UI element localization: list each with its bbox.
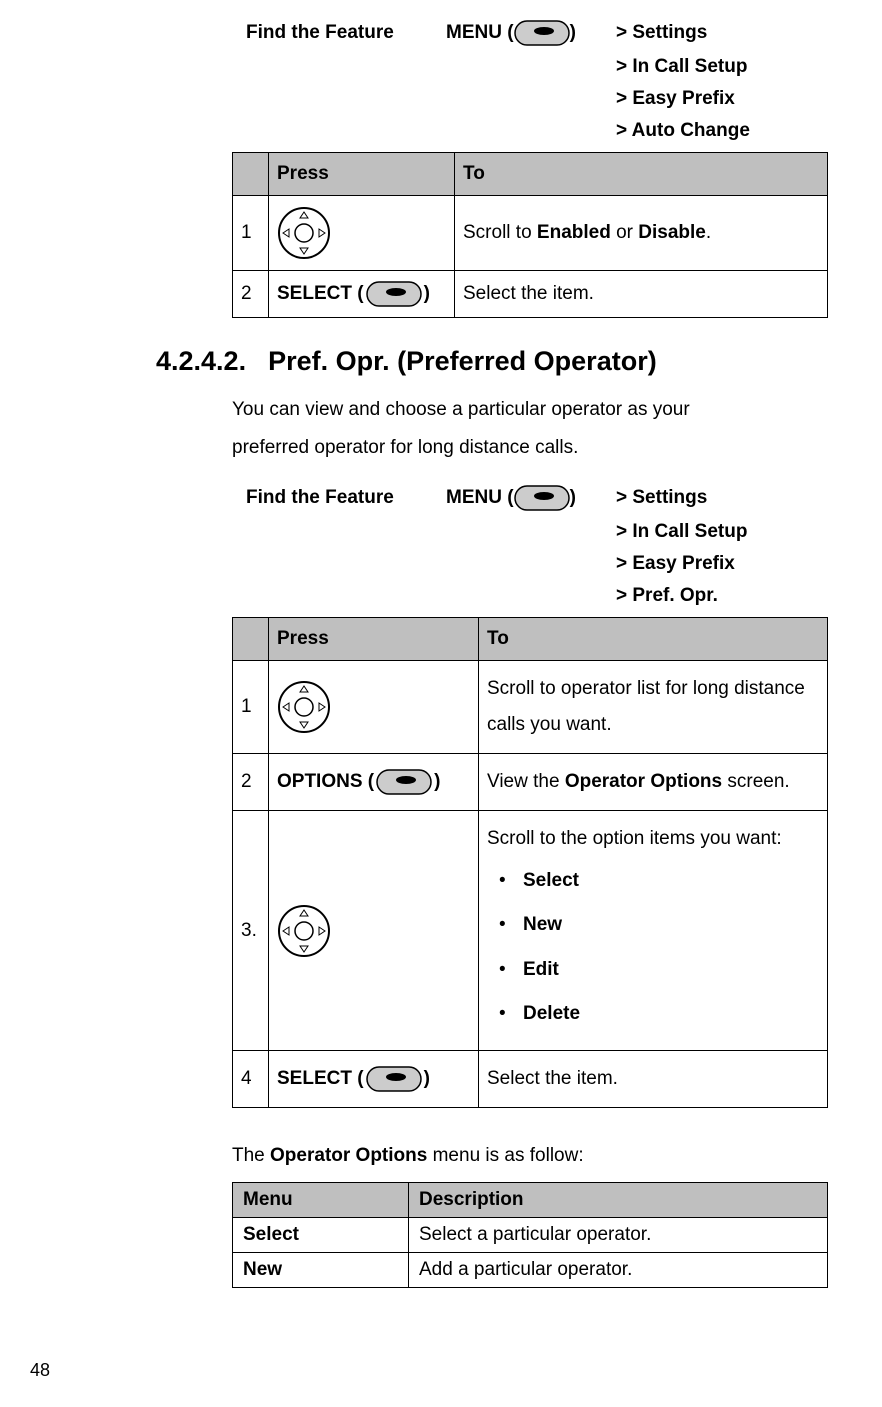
table-row: New Add a particular operator. xyxy=(233,1252,828,1287)
page-number: 48 xyxy=(30,1360,50,1381)
breadcrumb: > In Call Setup xyxy=(616,56,826,78)
breadcrumb: > Easy Prefix xyxy=(616,553,826,575)
step-to: Scroll to Enabled or Disable. xyxy=(455,196,828,271)
menu-desc: Select a particular operator. xyxy=(409,1217,828,1252)
breadcrumb: > Auto Change xyxy=(616,120,826,142)
menu-label: MENU ( xyxy=(446,487,514,509)
option-item: Delete xyxy=(523,996,819,1032)
softkey-icon xyxy=(514,20,570,46)
nav-key-icon xyxy=(277,206,446,260)
softkey-icon xyxy=(366,1066,422,1092)
menu-description-table: Menu Description Select Select a particu… xyxy=(232,1182,828,1288)
table-row: 2 SELECT ( ) Select the item. xyxy=(233,271,828,318)
nav-key-icon xyxy=(277,680,470,734)
menu-close: ) xyxy=(570,487,576,509)
find-feature-label: Find the Feature xyxy=(246,487,446,509)
press-to-table-2: Press To 1 Scroll to operator list for l… xyxy=(232,617,828,1108)
section-title: Pref. Opr. (Preferred Operator) xyxy=(268,346,657,376)
option-item: Select xyxy=(523,863,819,899)
softkey-label: SELECT ( xyxy=(277,283,364,305)
table-row: 4 SELECT ( ) Select the item. xyxy=(233,1050,828,1107)
breadcrumb: > Pref. Opr. xyxy=(616,585,826,607)
step-number: 4 xyxy=(233,1050,269,1107)
table-row: 2 OPTIONS ( ) View the Operator Options … xyxy=(233,754,828,811)
table-row: Select Select a particular operator. xyxy=(233,1217,828,1252)
step-number: 2 xyxy=(233,271,269,318)
table-header-to: To xyxy=(455,153,828,196)
step-number: 1 xyxy=(233,196,269,271)
table-row: 3. Scroll to the option items you want: … xyxy=(233,811,828,1050)
menu-label: MENU ( xyxy=(446,22,514,44)
table-header-description: Description xyxy=(409,1182,828,1217)
softkey-close: ) xyxy=(424,283,430,305)
option-item: Edit xyxy=(523,952,819,988)
softkey-label: OPTIONS ( xyxy=(277,771,374,793)
step-number: 1 xyxy=(233,661,269,754)
step-to: View the Operator Options screen. xyxy=(479,754,828,811)
table-row: 1 Scroll to Enabled or Disable. xyxy=(233,196,828,271)
softkey-icon xyxy=(376,769,432,795)
step-to-lead: Scroll to the option items you want: xyxy=(487,821,819,857)
softkey-label: SELECT ( xyxy=(277,1068,364,1090)
breadcrumb: > In Call Setup xyxy=(616,521,826,543)
table-header-press: Press xyxy=(269,153,455,196)
breadcrumb: > Settings xyxy=(616,22,707,44)
find-feature-block-2: Find the Feature MENU ( ) > Settings > I… xyxy=(246,485,826,607)
softkey-close: ) xyxy=(434,771,440,793)
option-item: New xyxy=(523,907,819,943)
step-to: Scroll to the option items you want: Sel… xyxy=(479,811,828,1050)
menu-close: ) xyxy=(570,22,576,44)
section-number: 4.2.4.2. xyxy=(156,346,246,377)
find-feature-block-1: Find the Feature MENU ( ) > Settings > I… xyxy=(246,20,826,142)
table-row: 1 Scroll to operator list for long dista… xyxy=(233,661,828,754)
menu-name: New xyxy=(233,1252,409,1287)
step-to: Select the item. xyxy=(455,271,828,318)
softkey-close: ) xyxy=(424,1068,430,1090)
step-to: Select the item. xyxy=(479,1050,828,1107)
softkey-icon xyxy=(366,281,422,307)
step-number: 2 xyxy=(233,754,269,811)
table-header-menu: Menu xyxy=(233,1182,409,1217)
section-body: You can view and choose a particular ope… xyxy=(232,391,770,467)
menu-desc: Add a particular operator. xyxy=(409,1252,828,1287)
nav-key-icon xyxy=(277,904,470,958)
table-header-to: To xyxy=(479,618,828,661)
softkey-icon xyxy=(514,485,570,511)
press-to-table-1: Press To 1 Scroll to Enabled or Disable.… xyxy=(232,152,828,318)
step-number: 3. xyxy=(233,811,269,1050)
menu-intro: The Operator Options menu is as follow: xyxy=(232,1138,770,1174)
step-to: Scroll to operator list for long distanc… xyxy=(479,661,828,754)
section-heading: 4.2.4.2. Pref. Opr. (Preferred Operator) xyxy=(156,346,826,377)
find-feature-label: Find the Feature xyxy=(246,22,446,44)
breadcrumb: > Easy Prefix xyxy=(616,88,826,110)
breadcrumb: > Settings xyxy=(616,487,707,509)
menu-name: Select xyxy=(233,1217,409,1252)
table-header-press: Press xyxy=(269,618,479,661)
